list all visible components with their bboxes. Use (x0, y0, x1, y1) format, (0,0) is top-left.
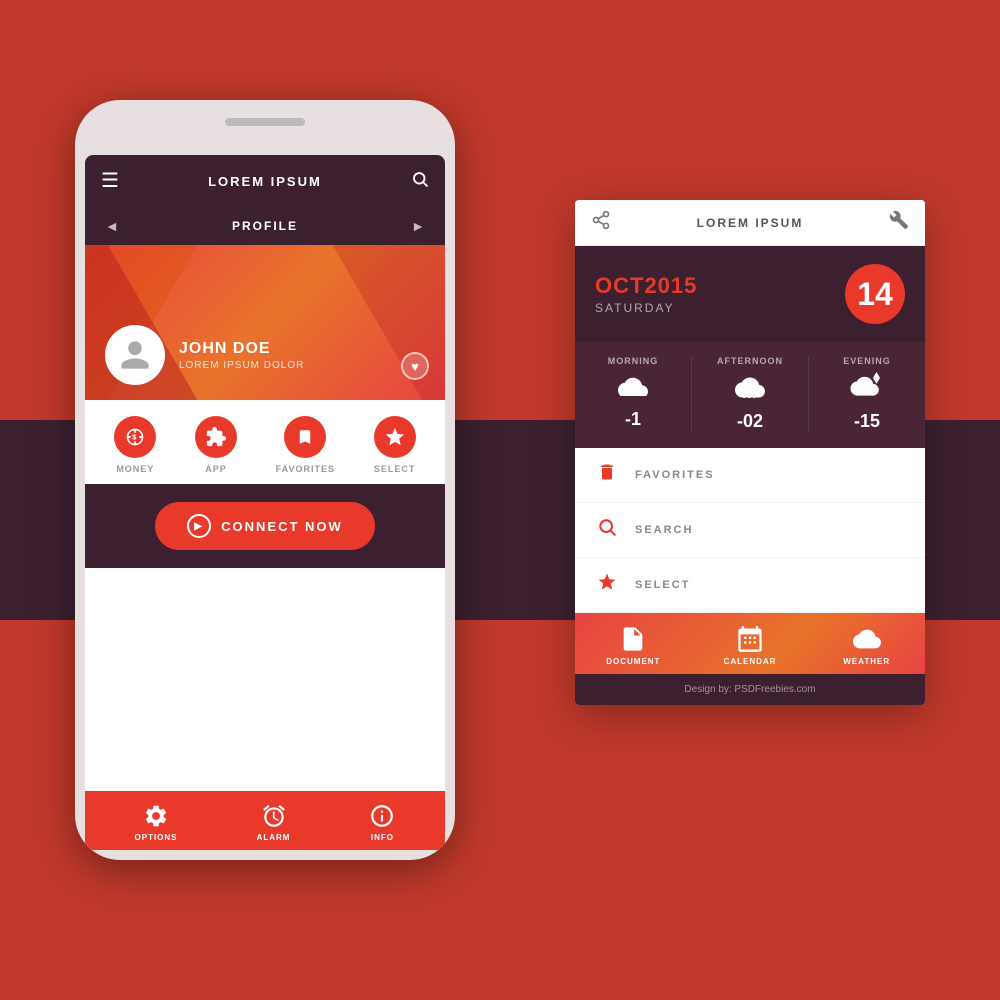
profile-subtitle: LOREM IPSUM DOLOR (179, 360, 304, 371)
connect-section: ▶ CONNECT NOW (85, 484, 445, 568)
app-menu-list: FAVORITES SEARCH SELECT (575, 448, 925, 613)
month-year: OCT2015 (595, 273, 697, 299)
options-label: OPTIONS (135, 833, 178, 842)
heart-badge[interactable]: ♥ (401, 352, 429, 380)
favorites-icon-circle (284, 416, 326, 458)
info-label: INFO (371, 833, 394, 842)
connect-now-button[interactable]: ▶ CONNECT NOW (155, 502, 375, 550)
search-list-label: SEARCH (635, 524, 693, 536)
share-icon[interactable] (591, 210, 611, 235)
app-title: LOREM IPSUM (697, 216, 804, 230)
alarm-label: ALARM (257, 833, 291, 842)
profile-nav: ◄ PROFILE ► (85, 207, 445, 245)
credit-footer: Design by: PSDFreebies.com (575, 674, 925, 705)
weather-morning: MORNING -1 (575, 356, 691, 432)
document-nav-label: DOCUMENT (606, 657, 660, 666)
date-info: OCT2015 SATURDAY (595, 273, 697, 315)
svg-text:$: $ (132, 433, 137, 442)
hamburger-icon[interactable]: ☰ (101, 171, 119, 191)
nav-alarm[interactable]: ALARM (257, 803, 291, 842)
menu-item-select[interactable]: SELECT (374, 416, 416, 474)
search-icon[interactable] (411, 170, 429, 193)
app-label: APP (205, 464, 227, 474)
play-icon: ▶ (187, 514, 211, 538)
menu-icons-section: $ MONEY APP (85, 400, 445, 484)
nav-info[interactable]: INFO (369, 803, 395, 842)
select-label: SELECT (374, 464, 416, 474)
profile-nav-title: PROFILE (232, 219, 298, 233)
app-bottom-nav: DOCUMENT CALENDAR WEATHER (575, 613, 925, 674)
calendar-nav-label: CALENDAR (724, 657, 777, 666)
evening-weather-icon (850, 372, 884, 405)
select-list-label: SELECT (635, 579, 690, 591)
afternoon-weather-icon (735, 372, 765, 405)
phone-topbar: ☰ LOREM IPSUM (85, 155, 445, 207)
trash-icon (595, 462, 619, 488)
app-panel: LOREM IPSUM OCT2015 SATURDAY 14 MORNING … (575, 200, 925, 705)
evening-temp: -15 (854, 411, 880, 432)
app-topbar: LOREM IPSUM (575, 200, 925, 246)
list-item-select[interactable]: SELECT (575, 558, 925, 613)
weather-evening: EVENING -15 (808, 356, 925, 432)
profile-text: JOHN DOE LOREM IPSUM DOLOR (179, 340, 304, 371)
nav-left-arrow[interactable]: ◄ (105, 218, 119, 234)
menu-item-money[interactable]: $ MONEY (114, 416, 156, 474)
phone-mockup: ☰ LOREM IPSUM ◄ PROFILE ► (75, 100, 455, 860)
star-list-icon (595, 572, 619, 598)
avatar (105, 325, 165, 385)
phone-body: ☰ LOREM IPSUM ◄ PROFILE ► (75, 100, 455, 860)
menu-item-app[interactable]: APP (195, 416, 237, 474)
weather-section: MORNING -1 AFTERNOON -02 EV (575, 342, 925, 448)
app-icon-circle (195, 416, 237, 458)
profile-info: JOHN DOE LOREM IPSUM DOLOR (105, 325, 304, 385)
afternoon-label: AFTERNOON (717, 356, 783, 366)
wrench-icon[interactable] (889, 210, 909, 235)
morning-label: MORNING (608, 356, 659, 366)
favorites-list-label: FAVORITES (635, 469, 715, 481)
menu-item-favorites[interactable]: FAVORITES (276, 416, 335, 474)
connect-btn-label: CONNECT NOW (221, 519, 343, 534)
list-item-favorites[interactable]: FAVORITES (575, 448, 925, 503)
weather-nav-label: WEATHER (843, 657, 890, 666)
phone-bottom-nav: OPTIONS ALARM INFO (85, 791, 445, 850)
search-list-icon (595, 517, 619, 543)
nav-options[interactable]: OPTIONS (135, 803, 178, 842)
weather-afternoon: AFTERNOON -02 (691, 356, 808, 432)
date-section: OCT2015 SATURDAY 14 (575, 246, 925, 342)
date-number: 14 (845, 264, 905, 324)
nav-right-arrow[interactable]: ► (411, 218, 425, 234)
phone-app-title: LOREM IPSUM (208, 174, 322, 189)
profile-hero: JOHN DOE LOREM IPSUM DOLOR ♥ (85, 245, 445, 400)
app-nav-weather[interactable]: WEATHER (808, 625, 925, 666)
morning-weather-icon (618, 372, 648, 403)
list-item-search[interactable]: SEARCH (575, 503, 925, 558)
select-icon-circle (374, 416, 416, 458)
credit-text: Design by: PSDFreebies.com (684, 684, 815, 695)
favorites-label: FAVORITES (276, 464, 335, 474)
profile-name: JOHN DOE (179, 340, 304, 358)
phone-speaker (225, 118, 305, 126)
phone-screen: ☰ LOREM IPSUM ◄ PROFILE ► (85, 155, 445, 850)
money-icon-circle: $ (114, 416, 156, 458)
app-nav-document[interactable]: DOCUMENT (575, 625, 692, 666)
day-name: SATURDAY (595, 301, 697, 315)
app-nav-calendar[interactable]: CALENDAR (692, 625, 809, 666)
evening-label: EVENING (843, 356, 891, 366)
morning-temp: -1 (625, 409, 641, 430)
money-label: MONEY (116, 464, 154, 474)
afternoon-temp: -02 (737, 411, 763, 432)
